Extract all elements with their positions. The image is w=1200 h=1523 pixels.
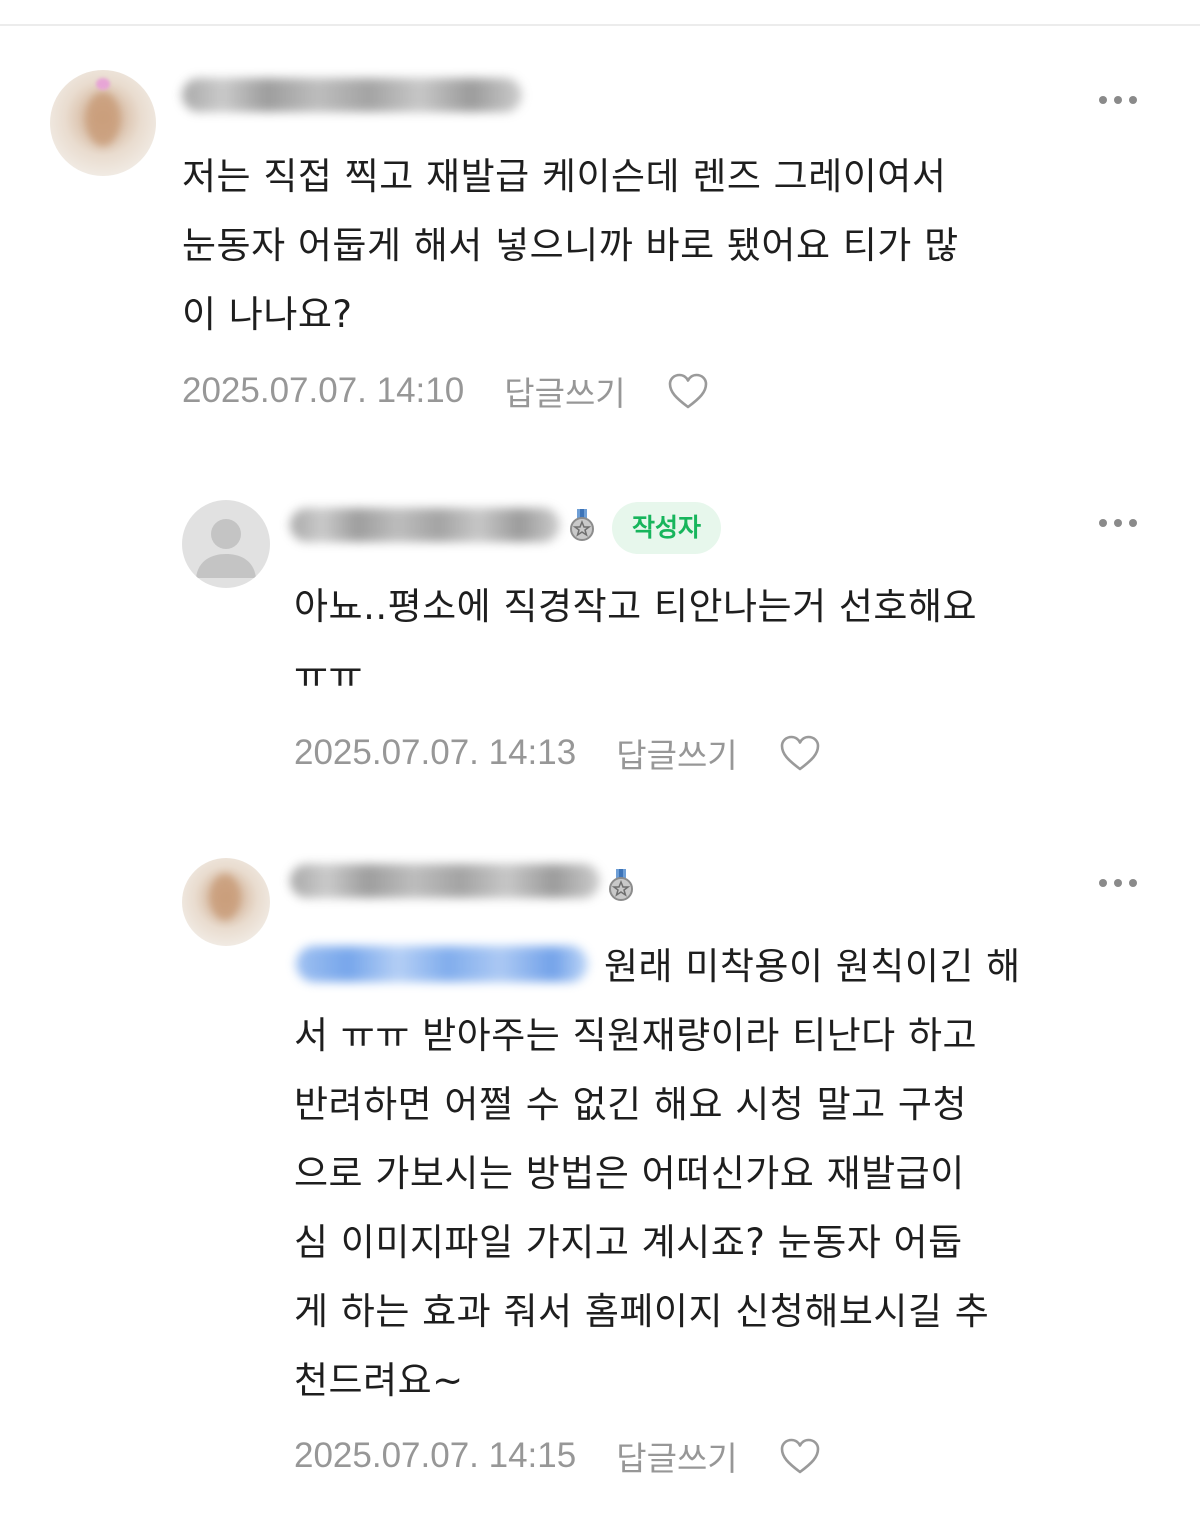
comment-text: 저는 직접 찍고 재발급 케이슨데 렌즈 그레이여서 눈동자 어둡게 해서 넣으… — [182, 142, 959, 349]
comment-text: 아뇨..평소에 직경작고 티안나는거 선호해요 ㅠㅠ — [294, 572, 977, 710]
comment-text-line: 저는 직접 찍고 재발급 케이슨데 렌즈 그레이여서 — [182, 155, 947, 198]
comment-text-line: 서 ㅠㅠ 받아주는 직원재량이라 티난다 하고 — [294, 1014, 978, 1057]
nickname-redacted[interactable] — [182, 78, 522, 112]
author-badge: 작성자 — [612, 502, 722, 554]
avatar-default-user-icon[interactable] — [182, 500, 270, 588]
nickname-redacted[interactable] — [290, 508, 560, 542]
comment-meta: 2025.07.07. 14:10 답글쓰기 — [182, 366, 710, 416]
top-divider — [0, 24, 1200, 26]
comment-date: 2025.07.07. 14:15 — [294, 1436, 577, 1475]
comment-meta: 2025.07.07. 14:15 답글쓰기 — [294, 1431, 822, 1481]
comment-text-line: 이 나나요? — [182, 293, 353, 336]
default-user-icon — [196, 519, 256, 578]
comment-date: 2025.07.07. 14:13 — [294, 733, 577, 772]
reply-button[interactable]: 답글쓰기 — [616, 729, 737, 777]
comment-text-line: 으로 가보시는 방법은 어떠신가요 재발급이 — [294, 1152, 965, 1195]
comment-text: 원래 미착용이 원칙이긴 해 서 ㅠㅠ 받아주는 직원재량이라 티난다 하고 반… — [294, 932, 1021, 1415]
comment-text-line: 반려하면 어쩔 수 없긴 해요 시청 말고 구청 — [294, 1083, 968, 1126]
medal-icon — [570, 509, 594, 541]
comment-text-line: 아뇨..평소에 직경작고 티안나는거 선호해요 — [294, 585, 978, 628]
comment-text-line: 심 이미지파일 가지고 계시죠? 눈동자 어둡 — [294, 1221, 963, 1264]
more-dots-icon[interactable] — [1098, 877, 1138, 889]
comment-text-line: 천드려요~ — [294, 1359, 464, 1402]
more-dots-icon[interactable] — [1098, 517, 1138, 529]
avatar[interactable] — [182, 858, 270, 946]
comment-text-line: 원래 미착용이 원칙이긴 해 — [604, 945, 1021, 988]
comment-text-line: 눈동자 어둡게 해서 넣으니까 바로 됐어요 티가 많 — [182, 224, 959, 267]
reply-button[interactable]: 답글쓰기 — [504, 367, 625, 415]
heart-outline-icon[interactable] — [778, 733, 822, 773]
comment-date: 2025.07.07. 14:10 — [182, 371, 465, 410]
avatar[interactable] — [50, 70, 156, 176]
medal-icon — [609, 869, 633, 901]
reply-button[interactable]: 답글쓰기 — [616, 1432, 737, 1480]
heart-outline-icon[interactable] — [778, 1436, 822, 1476]
more-dots-icon[interactable] — [1098, 94, 1138, 106]
comment-text-line: 게 하는 효과 줘서 홈페이지 신청해보시길 추 — [294, 1290, 990, 1333]
heart-outline-icon[interactable] — [666, 371, 710, 411]
nickname-redacted[interactable] — [290, 864, 600, 898]
comment-text-line: ㅠㅠ — [294, 654, 364, 697]
comment-meta: 2025.07.07. 14:13 답글쓰기 — [294, 728, 822, 778]
